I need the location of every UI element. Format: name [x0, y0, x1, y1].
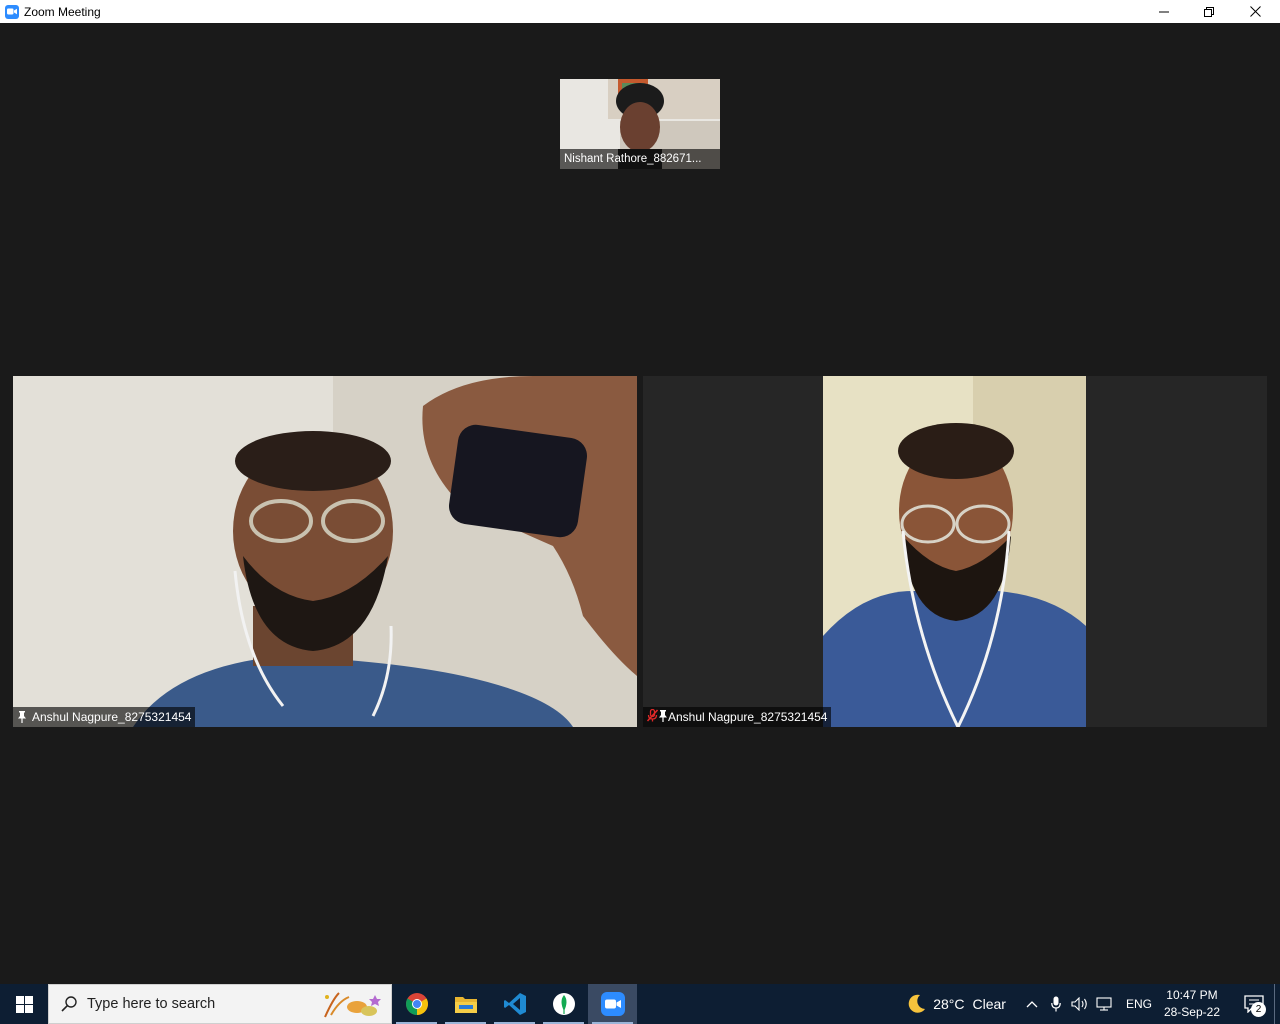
moon-icon[interactable] — [905, 993, 927, 1015]
taskbar-app-zoom[interactable] — [588, 984, 637, 1024]
participant-name-tag: Anshul Nagpure_8275321454 — [13, 707, 196, 727]
minimize-button[interactable] — [1141, 0, 1187, 23]
show-desktop-button[interactable] — [1274, 984, 1280, 1024]
participant-name: Anshul Nagpure_8275321454 — [668, 710, 828, 724]
windows-logo-icon — [15, 995, 33, 1013]
network-icon[interactable] — [1092, 997, 1118, 1011]
participant-name: Nishant Rathore_882671... — [564, 153, 702, 165]
system-clock[interactable]: 10:47 PM 28-Sep-22 — [1164, 987, 1220, 1021]
participant-name: Anshul Nagpure_8275321454 — [32, 710, 192, 724]
participant-name-tag: Nishant Rathore_882671... — [560, 149, 720, 169]
chevron-up-icon[interactable] — [1020, 1000, 1044, 1008]
participant-video-tile-left[interactable]: Anshul Nagpure_8275321454 — [13, 376, 637, 727]
mongodb-icon — [552, 993, 575, 1015]
search-placeholder: Type here to search — [87, 996, 216, 1012]
search-icon — [61, 996, 77, 1012]
weather-condition[interactable]: Clear — [972, 996, 1005, 1012]
taskbar-app-chrome[interactable] — [392, 984, 441, 1024]
participant-video-thumbnail[interactable]: Nishant Rathore_882671... — [560, 79, 720, 169]
title-bar: Zoom Meeting — [0, 0, 1280, 23]
participant-video-feed — [13, 376, 637, 727]
participant-video-feed — [823, 376, 1086, 727]
minimize-icon — [1159, 11, 1169, 12]
participant-video-feed-right — [823, 376, 1086, 727]
zoom-app-icon — [5, 4, 19, 19]
taskbar-app-mongodb[interactable] — [539, 984, 588, 1024]
taskbar-app-vscode[interactable] — [490, 984, 539, 1024]
microphone-icon[interactable] — [1044, 996, 1068, 1012]
pin-icon — [17, 711, 27, 723]
close-button[interactable] — [1232, 0, 1278, 23]
taskbar-app-file-explorer[interactable] — [441, 984, 490, 1024]
start-button[interactable] — [0, 984, 48, 1024]
weather-temperature[interactable]: 28°C — [933, 996, 964, 1012]
window-title: Zoom Meeting — [24, 4, 101, 19]
restore-icon — [1204, 6, 1214, 17]
windows-taskbar: Type here to search 28°C Clear ENG 10:47… — [0, 984, 1280, 1024]
zoom-icon — [600, 992, 625, 1016]
action-center-button[interactable]: 2 — [1234, 995, 1274, 1017]
system-tray: 28°C Clear ENG 10:47 PM 28-Sep-22 2 — [905, 984, 1280, 1024]
muted-mic-icon — [646, 708, 659, 725]
volume-icon[interactable] — [1068, 997, 1092, 1011]
input-language[interactable]: ENG — [1126, 997, 1152, 1011]
folder-icon — [454, 997, 477, 1013]
notification-count-badge: 2 — [1251, 1002, 1266, 1017]
search-highlight-icon — [319, 989, 385, 1024]
vscode-icon — [503, 993, 526, 1015]
pin-icon — [658, 709, 668, 725]
taskbar-search-box[interactable]: Type here to search — [48, 984, 392, 1024]
clock-date: 28-Sep-22 — [1163, 1005, 1220, 1019]
clock-time: 10:47 PM — [1166, 988, 1218, 1002]
chrome-icon — [405, 993, 428, 1015]
meeting-area: Nishant Rathore_882671... Anshul Nagpure… — [0, 23, 1280, 984]
restore-button[interactable] — [1186, 0, 1232, 23]
participant-name-tag: Anshul Nagpure_8275321454 — [643, 707, 832, 727]
close-icon — [1249, 6, 1261, 17]
